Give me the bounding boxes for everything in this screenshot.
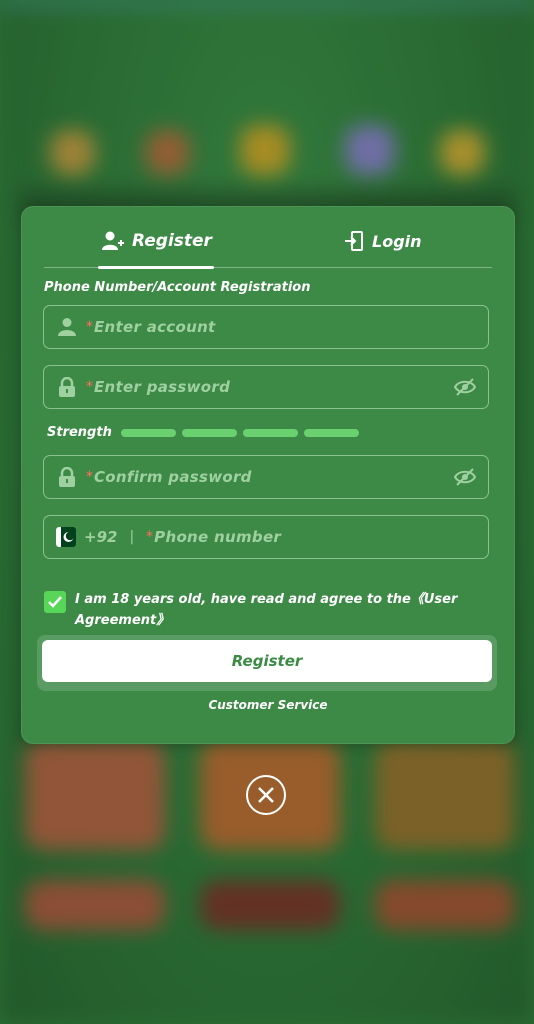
phone-placeholder: Phone number xyxy=(154,528,282,546)
lock-icon xyxy=(56,376,78,398)
strength-bar xyxy=(303,428,359,437)
agreement-text[interactable]: I am 18 years old, have read and agree t… xyxy=(75,589,484,631)
tab-register[interactable]: Register xyxy=(102,225,212,257)
customer-service-link[interactable]: Customer Service xyxy=(22,698,514,712)
tab-login[interactable]: Login xyxy=(344,225,422,257)
lock-icon xyxy=(56,466,78,488)
account-placeholder: Enter account xyxy=(94,318,216,336)
close-dialog-button[interactable] xyxy=(246,775,286,815)
agreement-checkbox[interactable] xyxy=(44,591,66,613)
register-dialog: Register Login Phone Number/Account Regi… xyxy=(21,206,515,744)
close-icon xyxy=(258,787,274,803)
account-field[interactable]: * Enter account xyxy=(43,305,489,349)
eye-off-icon[interactable] xyxy=(453,377,477,401)
tab-register-label: Register xyxy=(132,231,212,251)
required-mark: * xyxy=(86,379,93,395)
register-button-container: Register xyxy=(37,635,497,691)
password-field[interactable]: * Enter password xyxy=(43,365,489,409)
password-placeholder: Enter password xyxy=(94,378,231,396)
login-icon xyxy=(344,231,364,251)
pakistan-flag-icon xyxy=(56,527,76,547)
auth-tabs: Register Login xyxy=(44,207,492,269)
user-plus-icon xyxy=(102,231,124,251)
confirm-password-field[interactable]: * Confirm password xyxy=(43,455,489,499)
tab-login-label: Login xyxy=(372,231,422,251)
eye-off-icon[interactable] xyxy=(453,467,477,491)
agreement-row: I am 18 years old, have read and agree t… xyxy=(44,589,484,631)
country-code[interactable]: +92 xyxy=(84,528,117,546)
confirm-password-placeholder: Confirm password xyxy=(94,468,252,486)
strength-label: Strength xyxy=(47,425,112,440)
required-mark: * xyxy=(86,469,93,485)
strength-meter xyxy=(120,428,359,437)
strength-bar xyxy=(181,428,237,437)
required-mark: * xyxy=(86,319,93,335)
strength-bar xyxy=(120,428,176,437)
section-title: Phone Number/Account Registration xyxy=(44,280,311,295)
checkmark-icon xyxy=(48,596,62,608)
user-icon xyxy=(56,316,78,338)
password-strength: Strength xyxy=(47,425,359,440)
strength-bar xyxy=(242,428,298,437)
phone-field[interactable]: +92 | * Phone number xyxy=(43,515,489,559)
active-tab-indicator xyxy=(98,266,214,269)
separator: | xyxy=(129,529,135,545)
required-mark: * xyxy=(146,529,154,545)
register-button[interactable]: Register xyxy=(42,640,492,682)
